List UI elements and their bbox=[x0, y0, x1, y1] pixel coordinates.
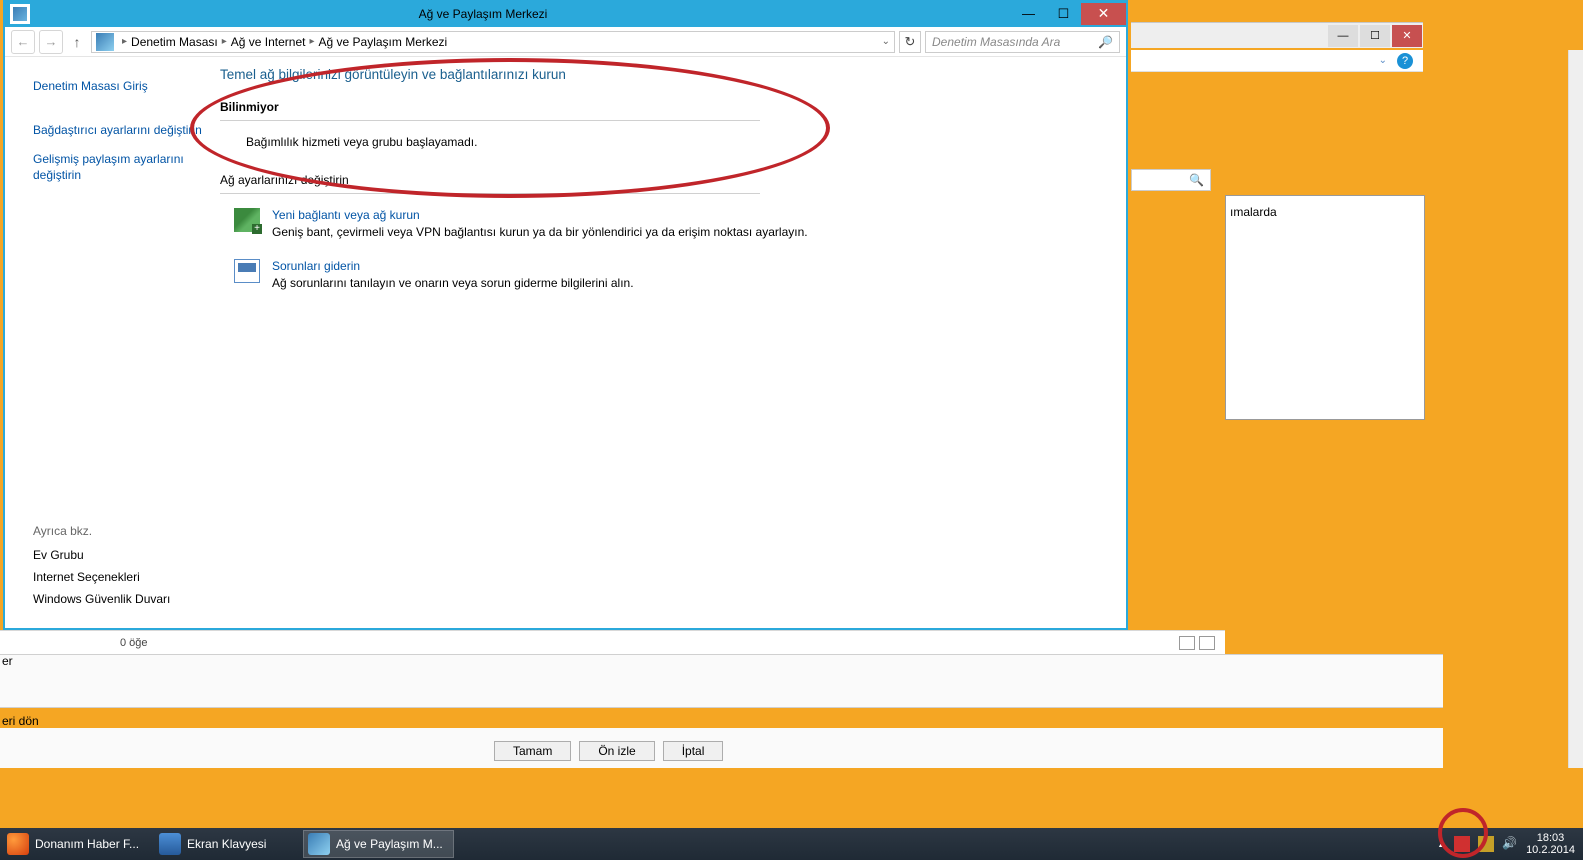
sidebar: Denetim Masası Giriş Bağdaştırıcı ayarla… bbox=[5, 57, 205, 628]
see-also-header: Ayrıca bkz. bbox=[33, 524, 170, 538]
up-button[interactable]: ↑ bbox=[67, 32, 87, 52]
ok-button[interactable]: Tamam bbox=[494, 741, 571, 761]
network-center-window: Ağ ve Paylaşım Merkezi — ☐ ✕ ← → ↑ ▸ Den… bbox=[3, 0, 1128, 630]
taskbar: Donanım Haber F... Ekran Klavyesi Ağ ve … bbox=[0, 828, 1583, 860]
taskbar-label: Ekran Klavyesi bbox=[187, 837, 266, 851]
breadcrumb-item[interactable]: Denetim Masası bbox=[131, 35, 218, 49]
bg-close-button[interactable]: ✕ bbox=[1392, 25, 1422, 47]
troubleshoot-link[interactable]: Sorunları giderin bbox=[272, 259, 634, 273]
refresh-button[interactable]: ↻ bbox=[899, 31, 921, 53]
divider bbox=[220, 120, 760, 121]
search-icon: 🔍 bbox=[1189, 173, 1204, 187]
help-icon[interactable]: ? bbox=[1397, 53, 1413, 69]
bg-search-field[interactable]: 🔍 bbox=[1131, 169, 1211, 191]
chevron-down-icon[interactable]: ⌄ bbox=[1379, 55, 1387, 66]
network-icon bbox=[308, 833, 330, 855]
date-label: 10.2.2014 bbox=[1526, 844, 1575, 856]
new-connection-icon bbox=[234, 208, 260, 232]
nav-toolbar: ← → ↑ ▸ Denetim Masası ▸ Ağ ve Internet … bbox=[5, 27, 1126, 57]
network-tray-icon[interactable] bbox=[1478, 836, 1494, 852]
sidebar-link-advanced-sharing[interactable]: Gelişmiş paylaşım ayarlarını değiştirin bbox=[33, 152, 205, 183]
bg-ribbon: ⌄ ? bbox=[1131, 50, 1423, 72]
forward-button[interactable]: → bbox=[39, 30, 63, 54]
divider bbox=[220, 193, 760, 194]
firefox-icon bbox=[7, 833, 29, 855]
taskbar-item-firefox[interactable]: Donanım Haber F... bbox=[2, 830, 150, 858]
network-icon bbox=[96, 33, 114, 51]
sidebar-link-internet-options[interactable]: Internet Seçenekleri bbox=[33, 570, 170, 584]
background-window-titlebar: — ☐ ✕ bbox=[1131, 22, 1423, 48]
taskbar-label: Ağ ve Paylaşım M... bbox=[336, 837, 443, 851]
sidebar-link-home[interactable]: Denetim Masası Giriş bbox=[33, 79, 205, 95]
new-connection-link[interactable]: Yeni bağlantı veya ağ kurun bbox=[272, 208, 808, 222]
bg-text-fragment: ımalarda bbox=[1230, 205, 1277, 219]
breadcrumb-bar[interactable]: ▸ Denetim Masası ▸ Ağ ve Internet ▸ Ağ v… bbox=[91, 31, 895, 53]
details-view-icon[interactable] bbox=[1179, 636, 1195, 650]
minimize-button[interactable]: — bbox=[1011, 3, 1046, 25]
cancel-button[interactable]: İptal bbox=[663, 741, 724, 761]
bg-textbox bbox=[1225, 195, 1425, 420]
chevron-right-icon: ▸ bbox=[309, 36, 314, 47]
chevron-right-icon: ▸ bbox=[122, 36, 127, 47]
scrollbar[interactable] bbox=[1568, 50, 1583, 768]
action-center-icon[interactable] bbox=[1454, 836, 1470, 852]
chevron-right-icon: ▸ bbox=[222, 36, 227, 47]
close-button[interactable]: ✕ bbox=[1081, 3, 1126, 25]
time-label: 18:03 bbox=[1526, 832, 1575, 844]
search-placeholder: Denetim Masasında Ara bbox=[932, 35, 1060, 49]
icons-view-icon[interactable] bbox=[1199, 636, 1215, 650]
taskbar-label: Donanım Haber F... bbox=[35, 837, 139, 851]
sidebar-link-adapter[interactable]: Bağdaştırıcı ayarlarını değiştirin bbox=[33, 123, 205, 139]
network-icon bbox=[10, 4, 30, 24]
bg-text-fragment: er bbox=[2, 654, 13, 668]
unknown-network-label: Bilinmiyor bbox=[220, 100, 1096, 116]
bg-maximize-button[interactable]: ☐ bbox=[1360, 25, 1390, 47]
breadcrumb-item[interactable]: Ağ ve Internet bbox=[231, 35, 306, 49]
item-count: 0 öğe bbox=[120, 637, 148, 649]
maximize-button[interactable]: ☐ bbox=[1046, 3, 1081, 25]
troubleshoot-desc: Ağ sorunlarını tanılayın ve onarın veya … bbox=[272, 276, 634, 290]
page-heading: Temel ağ bilgilerinizi görüntüleyin ve b… bbox=[220, 67, 1096, 82]
bg-text-fragment: eri dön bbox=[2, 714, 39, 728]
sidebar-link-firewall[interactable]: Windows Güvenlik Duvarı bbox=[33, 592, 170, 606]
content-area: Temel ağ bilgilerinizi görüntüleyin ve b… bbox=[205, 57, 1126, 628]
action-item: Yeni bağlantı veya ağ kurun Geniş bant, … bbox=[234, 208, 1096, 239]
sidebar-link-homegroup[interactable]: Ev Grubu bbox=[33, 548, 170, 562]
clock[interactable]: 18:03 10.2.2014 bbox=[1526, 832, 1575, 856]
chevron-down-icon[interactable]: ⌄ bbox=[882, 36, 890, 47]
bg-minimize-button[interactable]: — bbox=[1328, 25, 1358, 47]
taskbar-item-osk[interactable]: Ekran Klavyesi bbox=[154, 830, 299, 858]
breadcrumb-item[interactable]: Ağ ve Paylaşım Merkezi bbox=[319, 35, 448, 49]
back-button[interactable]: ← bbox=[11, 30, 35, 54]
change-settings-header: Ağ ayarlarınızı değiştirin bbox=[220, 173, 1096, 189]
search-input[interactable]: Denetim Masasında Ara 🔍 bbox=[925, 31, 1120, 53]
taskbar-item-network-center[interactable]: Ağ ve Paylaşım M... bbox=[303, 830, 454, 858]
show-hidden-icons[interactable]: ▲ bbox=[1437, 839, 1446, 849]
action-item: Sorunları giderin Ağ sorunlarını tanılay… bbox=[234, 259, 1096, 290]
search-icon: 🔍 bbox=[1098, 35, 1113, 49]
window-title: Ağ ve Paylaşım Merkezi bbox=[35, 7, 1011, 21]
dependency-error-text: Bağımlılık hizmeti veya grubu başlayamad… bbox=[246, 135, 1096, 149]
titlebar[interactable]: Ağ ve Paylaşım Merkezi — ☐ ✕ bbox=[5, 0, 1126, 27]
new-connection-desc: Geniş bant, çevirmeli veya VPN bağlantıs… bbox=[272, 225, 808, 239]
volume-icon[interactable] bbox=[1502, 836, 1518, 852]
system-tray: ▲ 18:03 10.2.2014 bbox=[1437, 832, 1583, 856]
troubleshoot-icon bbox=[234, 259, 260, 283]
preview-button[interactable]: Ön izle bbox=[579, 741, 654, 761]
explorer-statusbar: 0 öğe bbox=[0, 630, 1225, 654]
bg-panel bbox=[0, 654, 1443, 708]
keyboard-icon bbox=[159, 833, 181, 855]
